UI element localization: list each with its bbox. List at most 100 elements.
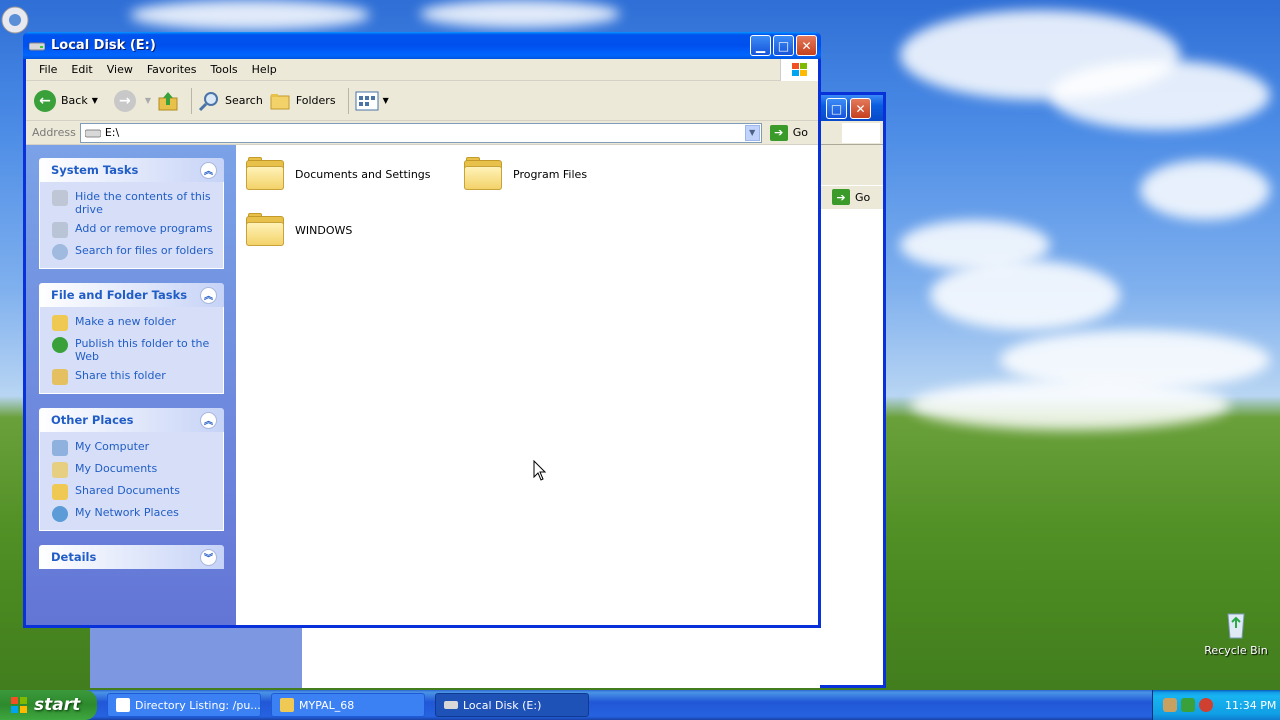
window-title: Local Disk (E:) [51,38,156,53]
search-icon [198,91,219,111]
task-make-new-folder[interactable]: Make a new folder [52,315,215,331]
forward-arrow-icon: → [113,89,136,112]
place-my-documents[interactable]: My Documents [52,462,215,478]
taskbar: start Directory Listing: /pu... MYPAL_68… [0,690,1280,720]
desktop-icon-label: Recycle Bin [1204,644,1268,657]
background-window-addressbar: ➔ Go [820,185,883,209]
menu-file[interactable]: File [32,63,64,76]
taskbar-button-local-disk[interactable]: Local Disk (E:) [435,693,589,717]
folder-item[interactable]: Documents and Settings [246,157,431,191]
windows-flag-icon [11,697,27,713]
address-dropdown-icon[interactable]: ▼ [744,124,760,141]
task-pane: System Tasks ︽ Hide the contents of this… [26,145,236,625]
menu-favorites[interactable]: Favorites [140,63,204,76]
views-icon [355,91,379,110]
close-button[interactable]: ✕ [850,98,871,119]
other-places-header[interactable]: Other Places ︽ [39,408,224,432]
forward-dropdown-icon[interactable]: ▼ [145,96,151,105]
background-window-toolbar [820,145,883,185]
place-my-computer[interactable]: My Computer [52,440,215,456]
search-button[interactable]: Search [198,90,263,112]
share-folder-icon [52,369,68,385]
expand-icon[interactable]: ︾ [200,548,217,566]
background-window-content [302,626,820,688]
place-my-network-places[interactable]: My Network Places [52,506,215,522]
details-header[interactable]: Details ︾ [39,545,224,569]
system-tasks-panel: System Tasks ︽ Hide the contents of this… [39,158,224,269]
collapse-icon[interactable]: ︽ [200,161,217,179]
menu-help[interactable]: Help [245,63,284,76]
system-tasks-header[interactable]: System Tasks ︽ [39,158,224,182]
views-button[interactable]: ▼ [355,91,389,111]
go-button[interactable]: ➔ Go [832,189,870,205]
task-hide-drive-contents[interactable]: Hide the contents of this drive [52,190,215,216]
up-folder-icon [158,91,178,110]
folder-label: Documents and Settings [295,167,431,181]
explorer-window: Local Disk (E:) ▁ □ ✕ File Edit View Fav… [23,32,821,628]
collapse-icon[interactable]: ︽ [200,411,217,429]
mouse-cursor-icon [533,460,547,481]
back-button[interactable]: ← Back ▼ [34,89,98,112]
toolbar-separator [347,87,349,114]
background-window-titlebar[interactable]: □ ✕ [820,95,883,121]
start-button[interactable]: start [0,690,97,720]
task-add-remove-programs[interactable]: Add or remove programs [52,222,215,238]
update-icon[interactable] [1181,698,1195,712]
recycle-bin-desktop-icon[interactable]: Recycle Bin [1201,608,1271,657]
toolbar: ← Back ▼ → ▼ Search Folders ▼ [26,81,818,121]
folder-label: Program Files [513,167,588,181]
folders-button[interactable]: Folders [269,90,336,112]
hide-contents-icon [52,190,68,206]
up-folder-button[interactable] [157,90,179,112]
collapse-icon[interactable]: ︽ [200,286,217,304]
file-list: Documents and Settings Program Files WIN… [236,145,818,625]
content-area: System Tasks ︽ Hide the contents of this… [26,145,818,625]
close-button[interactable]: ✕ [796,35,817,56]
folder-item[interactable]: WINDOWS [246,213,352,247]
folder-icon [246,157,284,191]
forward-button[interactable]: → ▼ [113,89,151,112]
recycle-bin-icon [1220,608,1252,640]
details-panel: Details ︾ [39,545,224,569]
file-folder-tasks-panel: File and Folder Tasks ︽ Make a new folde… [39,283,224,394]
maximize-button[interactable]: □ [773,35,794,56]
add-remove-programs-icon [52,222,68,238]
task-share-folder[interactable]: Share this folder [52,369,215,385]
file-folder-tasks-header[interactable]: File and Folder Tasks ︽ [39,283,224,307]
back-arrow-icon: ← [34,89,56,112]
place-shared-documents[interactable]: Shared Documents [52,484,215,500]
clock: 11:34 PM [1225,698,1277,712]
address-label: Address [32,126,76,139]
minimize-button[interactable]: ▁ [750,35,771,56]
windows-flag-icon [780,59,818,81]
other-places-panel: Other Places ︽ My Computer My Documents … [39,408,224,531]
my-documents-icon [52,462,68,478]
menu-tools[interactable]: Tools [204,63,245,76]
views-dropdown-icon: ▼ [382,96,389,105]
network-icon[interactable] [1163,698,1177,712]
menu-view[interactable]: View [100,63,140,76]
menu-edit[interactable]: Edit [64,63,99,76]
taskbar-button-mypal[interactable]: MYPAL_68 [271,693,425,717]
folders-icon [270,93,290,109]
folder-item[interactable]: Program Files [464,157,587,191]
back-dropdown-icon[interactable]: ▼ [92,96,98,105]
background-window-taskpane [90,626,302,688]
folder-icon [280,698,294,712]
taskbar-button-directory-listing[interactable]: Directory Listing: /pu... [107,693,261,717]
go-button[interactable]: ➔ Go [769,124,808,141]
task-search-files[interactable]: Search for files or folders [52,244,215,260]
background-window[interactable]: □ ✕ ➔ Go [820,92,886,688]
desktop-cloud [420,0,620,28]
publish-web-icon [52,337,68,353]
go-arrow-icon: ➔ [832,189,850,205]
desktop-cloud [910,380,1230,430]
go-arrow-icon: ➔ [769,124,788,141]
folder-label: WINDOWS [295,223,353,237]
maximize-button[interactable]: □ [826,98,847,119]
menubar: File Edit View Favorites Tools Help [26,59,818,81]
security-shield-icon[interactable] [1199,698,1213,712]
task-publish-folder-web[interactable]: Publish this folder to the Web [52,337,215,363]
titlebar[interactable]: Local Disk (E:) ▁ □ ✕ [23,32,821,59]
address-input[interactable]: E:\ ▼ [79,122,762,143]
